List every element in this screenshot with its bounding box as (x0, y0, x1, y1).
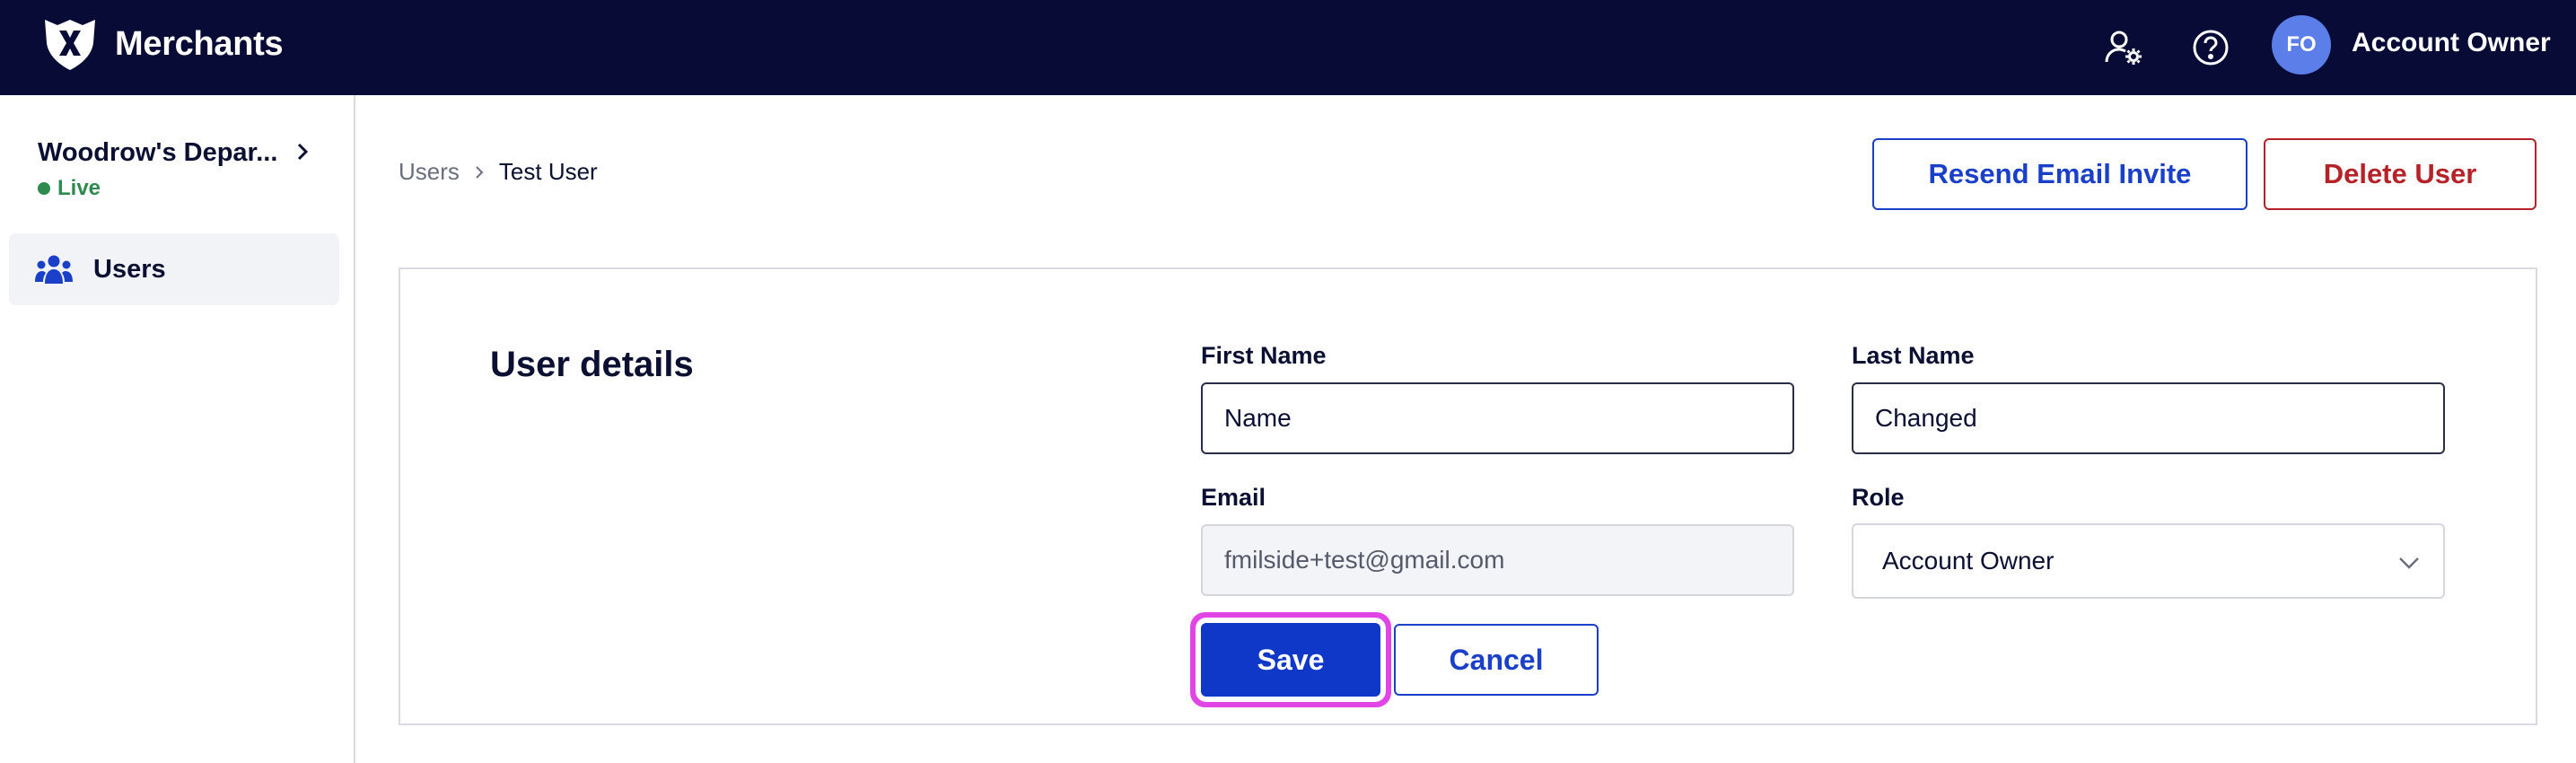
role-selected-value: Account Owner (1882, 547, 2055, 574)
first-name-label: First Name (1201, 342, 1327, 369)
chevron-down-icon (2399, 557, 2419, 569)
role-select[interactable]: Account Owner (1852, 523, 2445, 599)
breadcrumb-users-link[interactable]: Users (399, 158, 460, 186)
merchant-name: Woodrow's Depar... (38, 137, 278, 167)
section-title: User details (490, 345, 694, 384)
email-label: Email (1201, 484, 1266, 511)
top-navigation-bar: Merchants FO Account Owner (0, 0, 2576, 95)
last-name-label: Last Name (1852, 342, 1975, 369)
status-label: Live (57, 176, 101, 200)
avatar[interactable]: FO (2272, 15, 2331, 75)
breadcrumb-current: Test User (498, 158, 598, 185)
help-icon[interactable] (2188, 25, 2233, 70)
cancel-button[interactable]: Cancel (1394, 624, 1599, 696)
last-name-input[interactable] (1852, 382, 2445, 454)
account-name[interactable]: Account Owner (2352, 28, 2551, 58)
email-field (1201, 524, 1794, 596)
brand-name: Merchants (115, 24, 284, 63)
breadcrumb: Users Test User (399, 158, 598, 186)
users-icon (35, 255, 73, 284)
chevron-right-icon (297, 143, 309, 161)
status-dot (38, 182, 50, 195)
chevron-right-icon (476, 165, 484, 179)
user-settings-icon[interactable] (2101, 25, 2146, 70)
brand[interactable]: Merchants (39, 16, 284, 72)
save-button[interactable]: Save (1201, 623, 1380, 697)
sidebar-item-users[interactable]: Users (9, 233, 339, 305)
resend-email-invite-button[interactable]: Resend Email Invite (1872, 138, 2247, 210)
sidebar: Woodrow's Depar... Live Users (0, 95, 355, 763)
first-name-input[interactable] (1201, 382, 1794, 454)
sidebar-item-label: Users (93, 254, 166, 284)
delete-user-button[interactable]: Delete User (2264, 138, 2537, 210)
merchant-status: Live (38, 176, 101, 201)
role-label: Role (1852, 484, 1905, 511)
merchant-switcher[interactable]: Woodrow's Depar... (38, 135, 325, 171)
shield-logo-icon (45, 20, 95, 70)
